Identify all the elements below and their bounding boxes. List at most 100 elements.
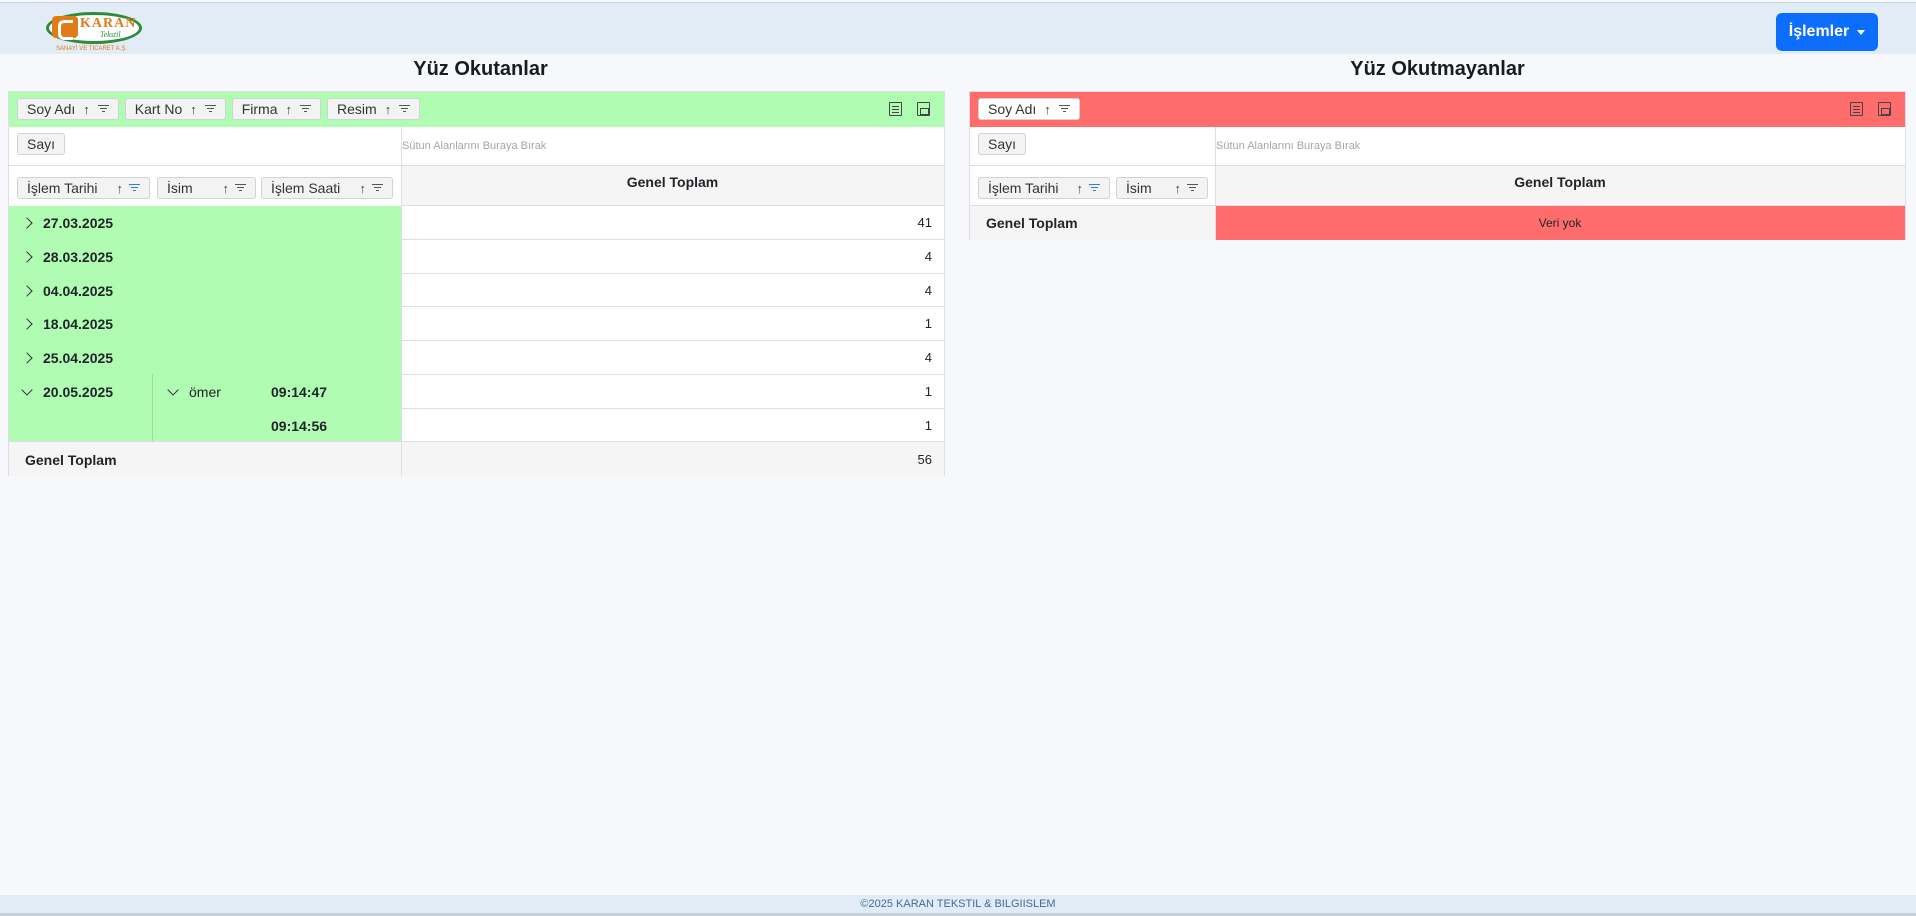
filter-icon[interactable] [1187,184,1198,192]
operations-menu-label: İşlemler [1788,23,1850,40]
row-field-islem-saati[interactable]: İşlem Saati ↑ [261,177,393,199]
field-chooser-icon[interactable] [1850,102,1863,116]
export-icon[interactable] [917,102,930,116]
row-header-date[interactable]: 25.04.2025 [21,341,114,374]
top-navbar: KARAN Tekstil SANAYİ VE TİCARET A.Ş. İşl… [0,2,1916,54]
row-date-label: 25.04.2025 [43,349,114,366]
sort-arrow-icon[interactable]: ↑ [190,102,197,117]
row-name-label: ömer [189,383,221,400]
data-field-sayi[interactable]: Sayı [17,133,66,155]
row-date-label: 04.04.2025 [43,282,114,299]
field-label: İsim [167,180,193,196]
filter-icon[interactable] [399,105,411,113]
left-panel-title: Yüz Okutanlar [413,58,548,80]
logo-mark-icon [52,16,78,40]
sort-arrow-icon[interactable]: ↑ [223,181,230,196]
field-label: Kart No [134,101,183,117]
field-label: İşlem Tarihi [27,180,98,196]
data-cell: 1 [924,384,932,399]
chevron-right-icon[interactable] [21,250,33,263]
footer-text: ©2025 KARAN TEKSTIL & BILGIISLEM [860,898,1056,910]
right-filter-fields: Soy Adı ↑ [970,92,1850,126]
chevron-down-icon[interactable] [21,383,33,396]
field-label: Soy Adı [27,101,76,117]
data-cell: 4 [924,283,932,298]
caret-down-icon [1857,29,1866,35]
chevron-down-icon[interactable] [167,383,179,396]
field-label: Soy Adı [988,101,1037,117]
data-cell: 4 [924,249,932,264]
grand-total-label: Genel Toplam [986,215,1078,231]
field-label: Sayı [988,136,1017,152]
sort-arrow-icon[interactable]: ↑ [1077,181,1084,196]
row-field-islem-tarihi[interactable]: İşlem Tarihi ↑ [17,177,150,199]
filter-icon[interactable] [372,184,383,192]
field-label: Resim [337,101,377,117]
row-field-islem-tarihi[interactable]: İşlem Tarihi ↑ [978,177,1110,199]
left-pivot-grid: Soy Adı ↑ Kart No ↑ Firma ↑ Resim ↑ Sayı Süt… [8,91,945,477]
column-header-genel-toplam: Genel Toplam [1514,173,1606,190]
operations-menu-button[interactable]: İşlemler [1776,13,1878,51]
field-label: İşlem Tarihi [988,180,1059,196]
chevron-right-icon[interactable] [21,351,33,364]
sort-arrow-icon[interactable]: ↑ [286,102,293,117]
field-label: İsim [1126,180,1152,196]
sort-arrow-icon[interactable]: ↑ [1175,181,1182,196]
row-header-date[interactable]: 04.04.2025 [21,274,114,307]
column-drop-hint: Sütun Alanlarını Buraya Bırak [1216,140,1361,152]
filter-icon[interactable] [300,105,312,113]
chevron-right-icon[interactable] [21,216,33,229]
right-panel-title: Yüz Okutmayanlar [1350,58,1525,80]
sort-arrow-icon[interactable]: ↑ [360,181,367,196]
row-date-label: 28.03.2025 [43,248,114,265]
data-cell: 41 [917,215,932,230]
filter-icon[interactable] [204,105,216,113]
row-header-name-expanded[interactable]: ömer [167,375,221,408]
filter-field-soyadi[interactable]: Soy Adı ↑ [17,98,119,120]
row-field-isim[interactable]: İsim ↑ [1116,177,1208,199]
right-pivot-grid: Soy Adı ↑ Sayı Sütun Alanlarını Buraya Bı… [969,91,1906,240]
field-chooser-icon[interactable] [889,102,902,116]
filter-field-soyadi[interactable]: Soy Adı ↑ [978,98,1080,120]
column-header-genel-toplam: Genel Toplam [626,173,719,190]
row-date-label: 18.04.2025 [43,315,114,332]
chevron-right-icon[interactable] [21,317,33,330]
data-cell: 1 [924,316,932,331]
data-cell: 1 [924,418,932,433]
sort-arrow-icon[interactable]: ↑ [385,102,392,117]
field-label: Sayı [27,136,56,152]
field-label: İşlem Saati [271,180,341,196]
row-header-date[interactable]: 28.03.2025 [21,240,114,273]
data-field-sayi[interactable]: Sayı [978,133,1027,155]
row-header-time: 09:14:47 [271,383,328,400]
filter-field-resim[interactable]: Resim ↑ [327,98,421,120]
filter-icon[interactable] [1058,105,1070,113]
company-logo[interactable]: KARAN Tekstil SANAYİ VE TİCARET A.Ş. [46,12,144,54]
row-header-date[interactable]: 18.04.2025 [21,307,114,340]
row-header-date[interactable]: 27.03.2025 [21,206,114,239]
footer: ©2025 KARAN TEKSTIL & BILGIISLEM [0,895,1916,913]
chevron-right-icon[interactable] [21,284,33,297]
sort-arrow-icon[interactable]: ↑ [117,181,124,196]
filter-field-firma[interactable]: Firma ↑ [231,98,322,120]
field-label: Firma [241,101,278,117]
logo-subtitle: SANAYİ VE TİCARET A.Ş. [56,46,128,52]
row-header-time: 09:14:56 [271,417,328,434]
grand-total-value: 56 [917,452,932,467]
filter-icon[interactable] [129,184,140,192]
column-drop-hint: Sütun Alanlarını Buraya Bırak [402,140,547,152]
filter-icon[interactable] [1089,184,1100,192]
no-data-message: Veri yok [1538,216,1582,230]
row-date-label: 20.05.2025 [43,383,114,400]
filter-icon[interactable] [235,184,246,192]
grid-divider [9,165,944,166]
sort-arrow-icon[interactable]: ↑ [1044,102,1051,117]
filter-icon[interactable] [97,105,109,113]
export-icon[interactable] [1878,102,1891,116]
grand-total-label: Genel Toplam [25,451,117,468]
row-header-date-expanded[interactable]: 20.05.2025 [21,375,114,408]
row-date-label: 27.03.2025 [43,214,114,231]
sort-arrow-icon[interactable]: ↑ [83,102,90,117]
row-field-isim[interactable]: İsim ↑ [157,177,256,199]
filter-field-kartno[interactable]: Kart No ↑ [124,98,226,120]
